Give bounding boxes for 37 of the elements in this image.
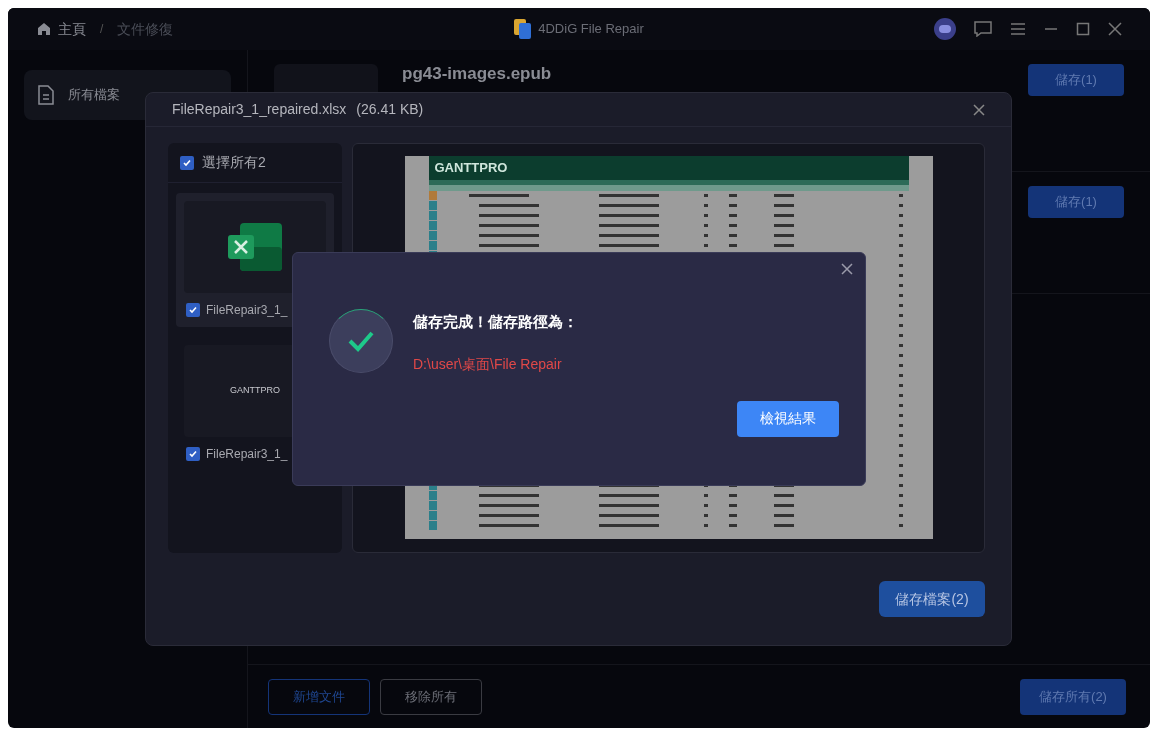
file-name: FileRepair3_1_: [206, 446, 288, 463]
checkbox[interactable]: [186, 447, 200, 461]
breadcrumb[interactable]: 文件修復: [117, 18, 174, 40]
save-files-button[interactable]: 儲存檔案(2): [879, 581, 985, 617]
document-icon: [38, 85, 54, 105]
preview-logo: GANTTPRO: [434, 159, 508, 178]
home-icon: [36, 21, 52, 37]
save-all-button[interactable]: 儲存所有(2): [1020, 678, 1126, 715]
file-size: (26.41 KB): [356, 100, 424, 119]
close-icon[interactable]: [973, 103, 985, 116]
maximize-icon[interactable]: [1076, 22, 1090, 36]
close-icon[interactable]: [841, 263, 853, 275]
checkbox[interactable]: [180, 155, 194, 170]
menu-icon[interactable]: [1010, 22, 1026, 36]
app-title: 4DDiG File Repair: [538, 20, 644, 39]
check-icon: [188, 449, 198, 459]
close-icon[interactable]: [1108, 22, 1122, 36]
thumbnail-logo: GANTTPRO: [230, 384, 280, 398]
feedback-icon[interactable]: [974, 21, 992, 37]
select-all-label: 選擇所有2: [202, 153, 266, 172]
add-file-button[interactable]: 新增文件: [268, 678, 370, 715]
remove-all-button[interactable]: 移除所有: [380, 678, 482, 715]
save-button[interactable]: 儲存(1): [1028, 186, 1124, 218]
checkbox[interactable]: [186, 303, 200, 317]
spreadsheet-app-icon: [228, 223, 282, 271]
check-icon: [188, 305, 198, 315]
check-icon: [182, 157, 192, 168]
view-results-button[interactable]: 檢視結果: [737, 400, 839, 437]
app-logo-icon: [514, 19, 533, 39]
save-button[interactable]: 儲存(1): [1028, 64, 1124, 96]
chat-community-icon[interactable]: [934, 18, 956, 40]
save-path: D:\user\桌面\File Repair: [413, 354, 563, 374]
file-name: pg43-images.epub: [402, 64, 552, 84]
file-name: FileRepair3_1_: [206, 302, 288, 319]
breadcrumb[interactable]: 主頁: [36, 18, 86, 40]
breadcrumb-separator: /: [100, 21, 104, 38]
success-message: 儲存完成！儲存路徑為：: [413, 312, 578, 332]
